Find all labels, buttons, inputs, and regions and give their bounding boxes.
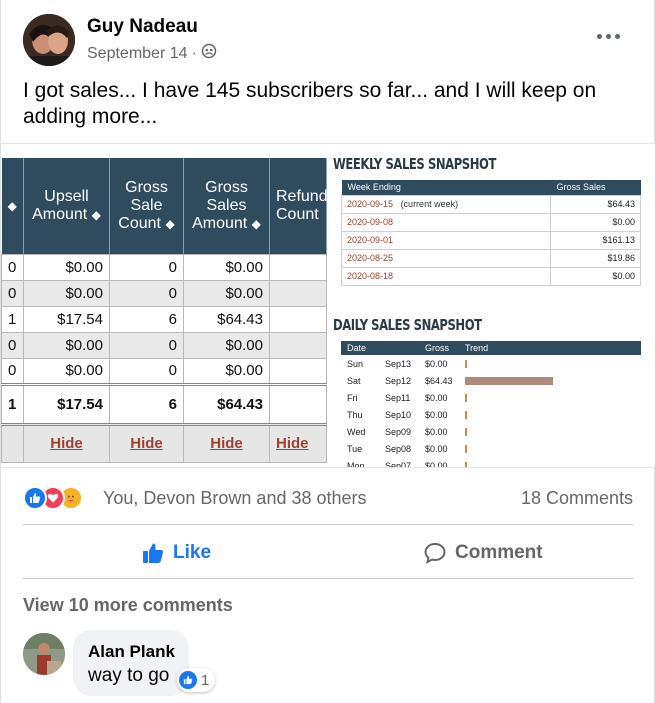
hide-link[interactable]: Hide (130, 435, 163, 452)
weekly-row: 2020-09-01 $161.13 (341, 230, 641, 250)
table-row: 0 $0.00 0 $0.00 (1, 331, 327, 359)
weekly-col-week: Week Ending (341, 180, 551, 195)
daily-col-trend: Trend (459, 341, 641, 355)
comment-button[interactable]: Comment (423, 538, 543, 568)
comments-count[interactable]: 18 Comments (521, 488, 633, 509)
post-card: Guy Nadeau September 14 · I got sales...… (0, 0, 655, 703)
more-options-icon[interactable] (597, 26, 623, 46)
author-name[interactable]: Guy Nadeau (87, 16, 198, 38)
post-date[interactable]: September 14 (87, 45, 188, 63)
daily-col-date: Date (341, 341, 379, 355)
post-photo[interactable]: ◆ Upsell Amount ◆ Gross Sale Count ◆ Gross S… (1, 143, 655, 468)
trend-bar (465, 462, 467, 467)
like-icon[interactable] (23, 486, 47, 510)
hide-link[interactable]: Hide (276, 435, 309, 452)
weekly-row: 2020-09-08 $0.00 (341, 212, 641, 232)
like-button[interactable]: Like (141, 538, 211, 568)
daily-row: Fri Sep11 $0.00 (341, 389, 641, 406)
post-meta: September 14 · (87, 43, 217, 64)
table-row: 1 $17.54 6 $64.43 (1, 305, 327, 333)
trend-bar (465, 377, 553, 386)
commenter-name[interactable]: Alan Plank (88, 642, 175, 662)
table-header-sort[interactable]: ◆ (1, 158, 24, 254)
table-header-gross-count[interactable]: Gross Sale Count ◆ (109, 158, 184, 254)
daily-row: Wed Sep09 $0.00 (341, 423, 641, 440)
post-text: I got sales... I have 145 subscribers so… (23, 79, 597, 128)
weekly-col-gross: Gross Sales (550, 180, 641, 195)
table-header-gross-amount[interactable]: Gross Sales Amount ◆ (183, 158, 270, 254)
trend-bar (465, 411, 467, 420)
audience-icon[interactable] (201, 43, 217, 64)
divider (23, 524, 633, 525)
sales-table: ◆ Upsell Amount ◆ Gross Sale Count ◆ Gross S… (1, 158, 328, 463)
daily-row: Mon Sep07 $0.00 (341, 457, 641, 467)
table-row: 0 $0.00 0 $0.00 (1, 279, 327, 307)
trend-bar (465, 394, 467, 403)
daily-row: Tue Sep08 $0.00 (341, 440, 641, 457)
weekly-row: 2020-09-15 (current week) $64.43 (341, 194, 641, 214)
comment-bubble-icon (424, 542, 446, 564)
hide-link[interactable]: Hide (210, 435, 243, 452)
daily-row: Sat Sep12 $64.43 (341, 372, 641, 389)
table-total-row: 1 $17.54 6 $64.43 (1, 382, 327, 426)
author-avatar[interactable] (23, 14, 75, 66)
comment-reaction-count: 1 (201, 671, 210, 689)
reactions-summary[interactable]: You, Devon Brown and 38 others (103, 488, 367, 509)
comment-reaction-badge[interactable]: 1 (177, 668, 216, 692)
table-hide-row: Hide Hide Hide Hide (1, 423, 327, 463)
divider (23, 578, 633, 579)
daily-row: Thu Sep10 $0.00 (341, 406, 641, 423)
table-header-refund[interactable]: Refund Count (269, 158, 328, 254)
reactions-bar: You, Devon Brown and 38 others 18 Commen… (23, 484, 633, 512)
trend-bar (465, 445, 467, 454)
like-label: Like (173, 542, 212, 563)
like-thumb-icon (143, 543, 163, 563)
weekly-table: Week Ending Gross Sales 2020-09-15 (curr… (341, 180, 641, 286)
daily-row: Sun Sep13 $0.00 (341, 355, 641, 372)
weekly-row: 2020-08-25 $19.86 (341, 248, 641, 268)
table-row: 0 $0.00 0 $0.00 (1, 253, 327, 281)
weekly-snapshot-title: WEEKLY SALES SNAPSHOT (333, 155, 496, 173)
hide-link[interactable]: Hide (50, 435, 83, 452)
weekly-row: 2020-08-18 $0.00 (341, 266, 641, 286)
table-header-upsell[interactable]: Upsell Amount ◆ (23, 158, 110, 254)
meta-separator: · (191, 44, 197, 62)
trend-bar (465, 360, 467, 369)
trend-bar (465, 428, 467, 437)
daily-table: Date Gross Trend Sun Sep13 $0.00 Sat Sep12 $… (341, 341, 641, 467)
commenter-avatar[interactable] (23, 633, 65, 675)
daily-col-gross: Gross (419, 341, 459, 355)
like-icon (179, 671, 197, 689)
table-row: 0 $0.00 0 $0.00 (1, 357, 327, 385)
comment-text: way to go (88, 665, 170, 686)
comment-label: Comment (455, 542, 543, 563)
daily-snapshot-title: DAILY SALES SNAPSHOT (333, 316, 482, 334)
view-more-comments-link[interactable]: View 10 more comments (23, 595, 233, 616)
